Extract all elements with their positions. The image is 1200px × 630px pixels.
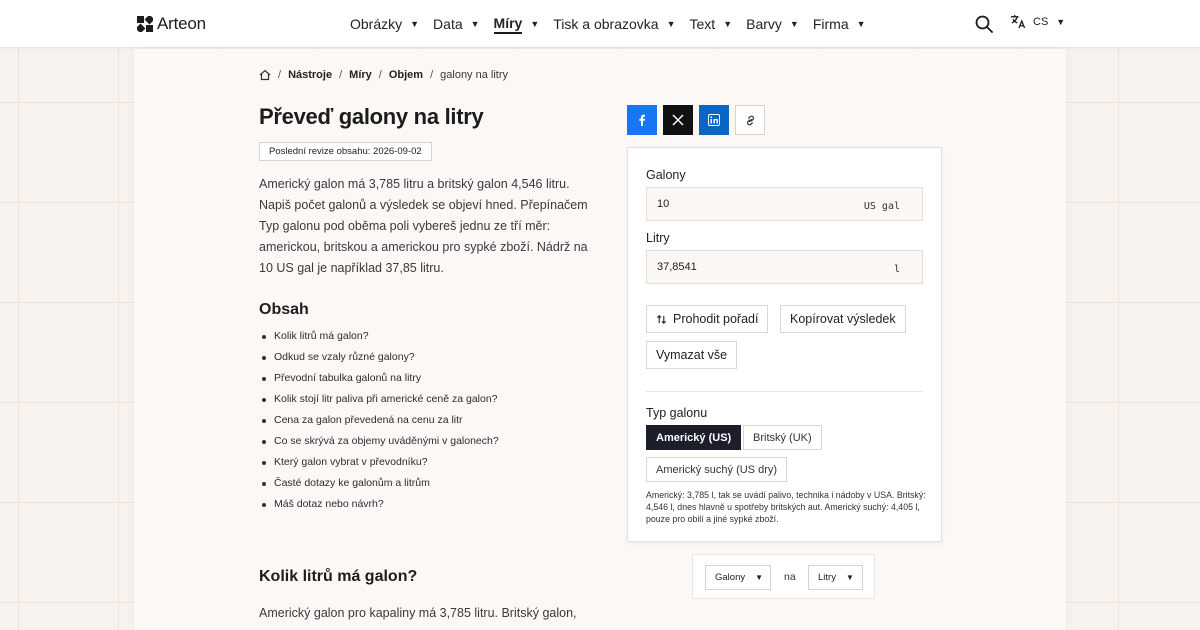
from-unit-select[interactable]: Galony ▼ (705, 565, 771, 590)
logo-text: Arteon (157, 14, 206, 33)
to-unit: l (893, 264, 900, 275)
nav-item-obrazky[interactable]: Obrázky ▼ (350, 16, 419, 32)
share-x-button[interactable] (663, 105, 693, 135)
toc-link[interactable]: Kolik litrů má galon? (262, 327, 499, 348)
gallon-type-uk[interactable]: Britský (UK) (743, 425, 822, 450)
language-switcher[interactable]: CS ▼ (1010, 14, 1065, 29)
translate-icon (1011, 14, 1026, 29)
gallon-type-label: Typ galonu (646, 406, 708, 420)
caret-down-icon: ▼ (723, 19, 733, 29)
unit-picker: Galony ▼ na Litry ▼ (692, 554, 875, 599)
breadcrumb-current: galony na litry (440, 69, 509, 81)
divider (646, 391, 923, 392)
toc-link[interactable]: Časté dotazy ke galonům a litrům (262, 474, 499, 495)
main-nav: Obrázky ▼ Data ▼ Míry ▼ Tisk a obrazovka… (350, 0, 880, 48)
section-title: Kolik litrů má galon? (259, 568, 418, 585)
caret-down-icon: ▼ (789, 19, 799, 29)
clear-all-label: Vymazat vše (656, 348, 728, 362)
facebook-icon (639, 114, 645, 126)
copy-link-button[interactable] (735, 105, 765, 135)
breadcrumb-link-nastroje[interactable]: Nástroje (288, 69, 332, 81)
swap-icon (656, 314, 667, 324)
caret-down-icon: ▼ (470, 19, 480, 29)
caret-down-icon: ▼ (410, 19, 420, 29)
breadcrumb-separator: / (339, 69, 343, 81)
caret-down-icon: ▼ (845, 573, 854, 582)
unit-picker-connector: na (784, 571, 796, 583)
intro-text: Americký galon má 3,785 litru a britský … (259, 177, 588, 275)
to-label: Litry (646, 231, 670, 245)
table-of-contents: Kolik litrů má galon? Odkud se vzaly růz… (262, 327, 499, 516)
revision-badge: Poslední revize obsahu: 2026-09-02 (259, 142, 432, 161)
breadcrumb-separator: / (430, 69, 434, 81)
nav-item-tisk-a-obrazovka[interactable]: Tisk a obrazovka ▼ (553, 16, 675, 32)
caret-down-icon: ▼ (755, 573, 764, 582)
toc-link[interactable]: Co se skrývá za objemy uváděnými v galon… (262, 432, 499, 453)
toc-link[interactable]: Cena za galon převedená na cenu za litr (262, 411, 499, 432)
gallon-type-us-dry[interactable]: Americký suchý (US dry) (646, 457, 788, 482)
to-unit-select-value: Litry (818, 572, 836, 583)
gallon-type-note: Americký: 3,785 l, tak se uvádí palivo, … (646, 490, 926, 524)
caret-down-icon: ▼ (856, 19, 866, 29)
logo-icon (137, 16, 153, 32)
toc-link[interactable]: Kolik stojí litr paliva při americké cen… (262, 390, 499, 411)
nav-label: Tisk a obrazovka (553, 16, 659, 32)
caret-down-icon: ▼ (530, 19, 540, 29)
gallons-input[interactable] (647, 188, 847, 220)
toc-title: Obsah (259, 301, 309, 318)
section-text: Americký galon pro kapaliny má 3,785 lit… (259, 606, 577, 620)
share-buttons (627, 105, 765, 135)
breadcrumb-link-miry[interactable]: Míry (349, 69, 372, 81)
search-icon[interactable] (975, 15, 993, 33)
caret-down-icon: ▼ (666, 19, 676, 29)
to-unit-select[interactable]: Litry ▼ (808, 565, 863, 590)
from-unit: US gal (863, 201, 900, 212)
top-header: Arteon Obrázky ▼ Data ▼ Míry ▼ Tisk a ob… (0, 0, 1200, 48)
caret-down-icon: ▼ (1056, 16, 1066, 27)
nav-label: Text (689, 16, 716, 32)
nav-item-text[interactable]: Text ▼ (690, 16, 733, 32)
nav-label: Data (433, 16, 463, 32)
swap-button[interactable]: Prohodit pořadí (646, 305, 769, 333)
nav-label: Barvy (746, 16, 782, 32)
swap-label: Prohodit pořadí (673, 312, 759, 326)
from-field: US gal (646, 187, 923, 221)
nav-item-data[interactable]: Data ▼ (433, 16, 480, 32)
logo[interactable]: Arteon (137, 14, 206, 34)
nav-item-miry[interactable]: Míry ▼ (493, 15, 540, 34)
breadcrumb-separator: / (278, 69, 282, 81)
toc-link[interactable]: Odkud se vzaly různé galony? (262, 348, 499, 369)
breadcrumb-separator: / (378, 69, 382, 81)
link-icon (746, 115, 754, 125)
converter-panel: Galony US gal Litry l Prohodit pořadí Ko… (627, 147, 942, 542)
nav-item-firma[interactable]: Firma ▼ (813, 16, 866, 32)
toc-link[interactable]: Který galon vybrat v převodníku? (262, 453, 499, 474)
toc-link[interactable]: Máš dotaz nebo návrh? (262, 495, 499, 516)
gallon-type-us[interactable]: Americký (US) (646, 425, 742, 450)
nav-label: Míry (493, 15, 523, 34)
x-icon (672, 114, 684, 126)
linkedin-icon (708, 114, 720, 126)
from-label: Galony (646, 168, 686, 182)
clear-all-button[interactable]: Vymazat vše (646, 341, 738, 369)
share-linkedin-button[interactable] (699, 105, 729, 135)
copy-result-button[interactable]: Kopírovat výsledek (780, 305, 906, 333)
nav-item-barvy[interactable]: Barvy ▼ (746, 16, 799, 32)
from-unit-select-value: Galony (715, 572, 746, 583)
nav-label: Obrázky (350, 16, 403, 32)
language-code: CS (1033, 15, 1049, 28)
share-facebook-button[interactable] (627, 105, 657, 135)
toc-link[interactable]: Převodní tabulka galonů na litry (262, 369, 499, 390)
page-title: Převeď galony na litry (259, 104, 484, 129)
breadcrumb-link-objem[interactable]: Objem (389, 69, 423, 81)
copy-result-label: Kopírovat výsledek (790, 312, 896, 326)
to-field: l (646, 250, 923, 284)
home-icon[interactable] (259, 69, 271, 81)
nav-label: Firma (812, 16, 849, 32)
liters-input[interactable] (647, 251, 847, 283)
breadcrumb: / Nástroje / Míry / Objem / galony na li… (259, 69, 508, 81)
